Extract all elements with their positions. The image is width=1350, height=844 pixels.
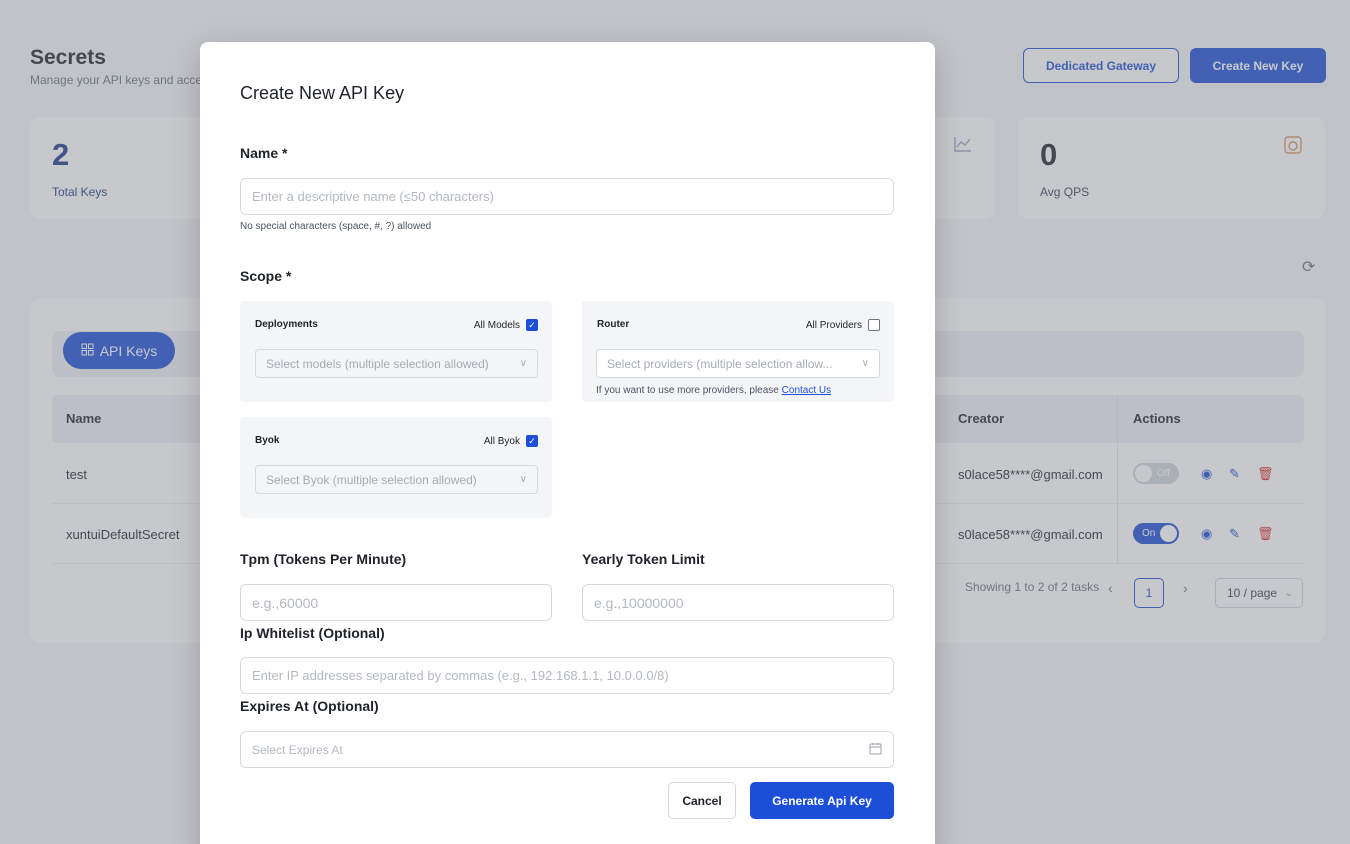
byok-title: Byok	[255, 435, 280, 446]
scope-label: Scope *	[240, 268, 292, 284]
expires-at-placeholder: Select Expires At	[252, 742, 343, 757]
all-models-label: All Models	[473, 319, 520, 331]
cancel-button[interactable]: Cancel	[668, 782, 736, 819]
checkbox-unchecked-icon	[868, 319, 880, 331]
providers-select[interactable]: Select providers (multiple selection all…	[596, 349, 880, 378]
name-label: Name *	[240, 145, 288, 161]
calendar-icon	[869, 742, 882, 758]
all-byok-label: All Byok	[483, 435, 520, 447]
yearly-token-limit-label: Yearly Token Limit	[582, 551, 705, 567]
all-providers-label: All Providers	[805, 319, 862, 331]
all-providers-checkbox[interactable]: All Providers	[806, 319, 880, 331]
create-api-key-modal: Create New API Key Name * Enter a descri…	[200, 42, 935, 844]
checkbox-checked-icon: ✓	[526, 319, 538, 331]
chevron-down-icon: ∨	[519, 474, 527, 485]
contact-us-link[interactable]: Contact Us	[782, 385, 831, 396]
all-models-checkbox[interactable]: All Models ✓	[474, 319, 538, 331]
name-input[interactable]: Enter a descriptive name (≤50 characters…	[240, 178, 894, 215]
generate-api-key-button[interactable]: Generate Api Key	[750, 782, 894, 819]
providers-hint: If you want to use more providers, pleas…	[596, 385, 831, 396]
ip-whitelist-input[interactable]: Enter IP addresses separated by commas (…	[240, 657, 894, 694]
providers-hint-text: If you want to use more providers, pleas…	[596, 385, 779, 396]
checkbox-checked-icon: ✓	[526, 435, 538, 447]
models-select-placeholder: Select models (multiple selection allowe…	[266, 356, 489, 371]
providers-select-placeholder: Select providers (multiple selection all…	[607, 356, 833, 371]
deployments-title: Deployments	[255, 319, 318, 330]
byok-select-placeholder: Select Byok (multiple selection allowed)	[266, 472, 477, 487]
expires-at-label: Expires At (Optional)	[240, 698, 379, 714]
chevron-down-icon: ∨	[519, 358, 527, 369]
router-title: Router	[597, 319, 630, 330]
ip-whitelist-label: Ip Whitelist (Optional)	[240, 625, 385, 641]
tpm-label: Tpm (Tokens Per Minute)	[240, 551, 407, 567]
scope-deployments: Deployments All Models ✓ Select models (…	[240, 301, 552, 402]
all-byok-checkbox[interactable]: All Byok ✓	[484, 435, 538, 447]
name-hint: No special characters (space, #, ?) allo…	[240, 221, 432, 232]
scope-byok: Byok All Byok ✓ Select Byok (multiple se…	[240, 417, 552, 518]
byok-select[interactable]: Select Byok (multiple selection allowed)…	[255, 465, 538, 494]
tpm-input[interactable]: e.g.,60000	[240, 584, 552, 621]
yearly-token-limit-input[interactable]: e.g.,10000000	[582, 584, 894, 621]
chevron-down-icon: ∨	[861, 358, 869, 369]
modal-title: Create New API Key	[240, 83, 405, 103]
scope-router: Router All Providers Select providers (m…	[582, 301, 894, 402]
expires-at-input[interactable]: Select Expires At	[240, 731, 894, 768]
models-select[interactable]: Select models (multiple selection allowe…	[255, 349, 538, 378]
